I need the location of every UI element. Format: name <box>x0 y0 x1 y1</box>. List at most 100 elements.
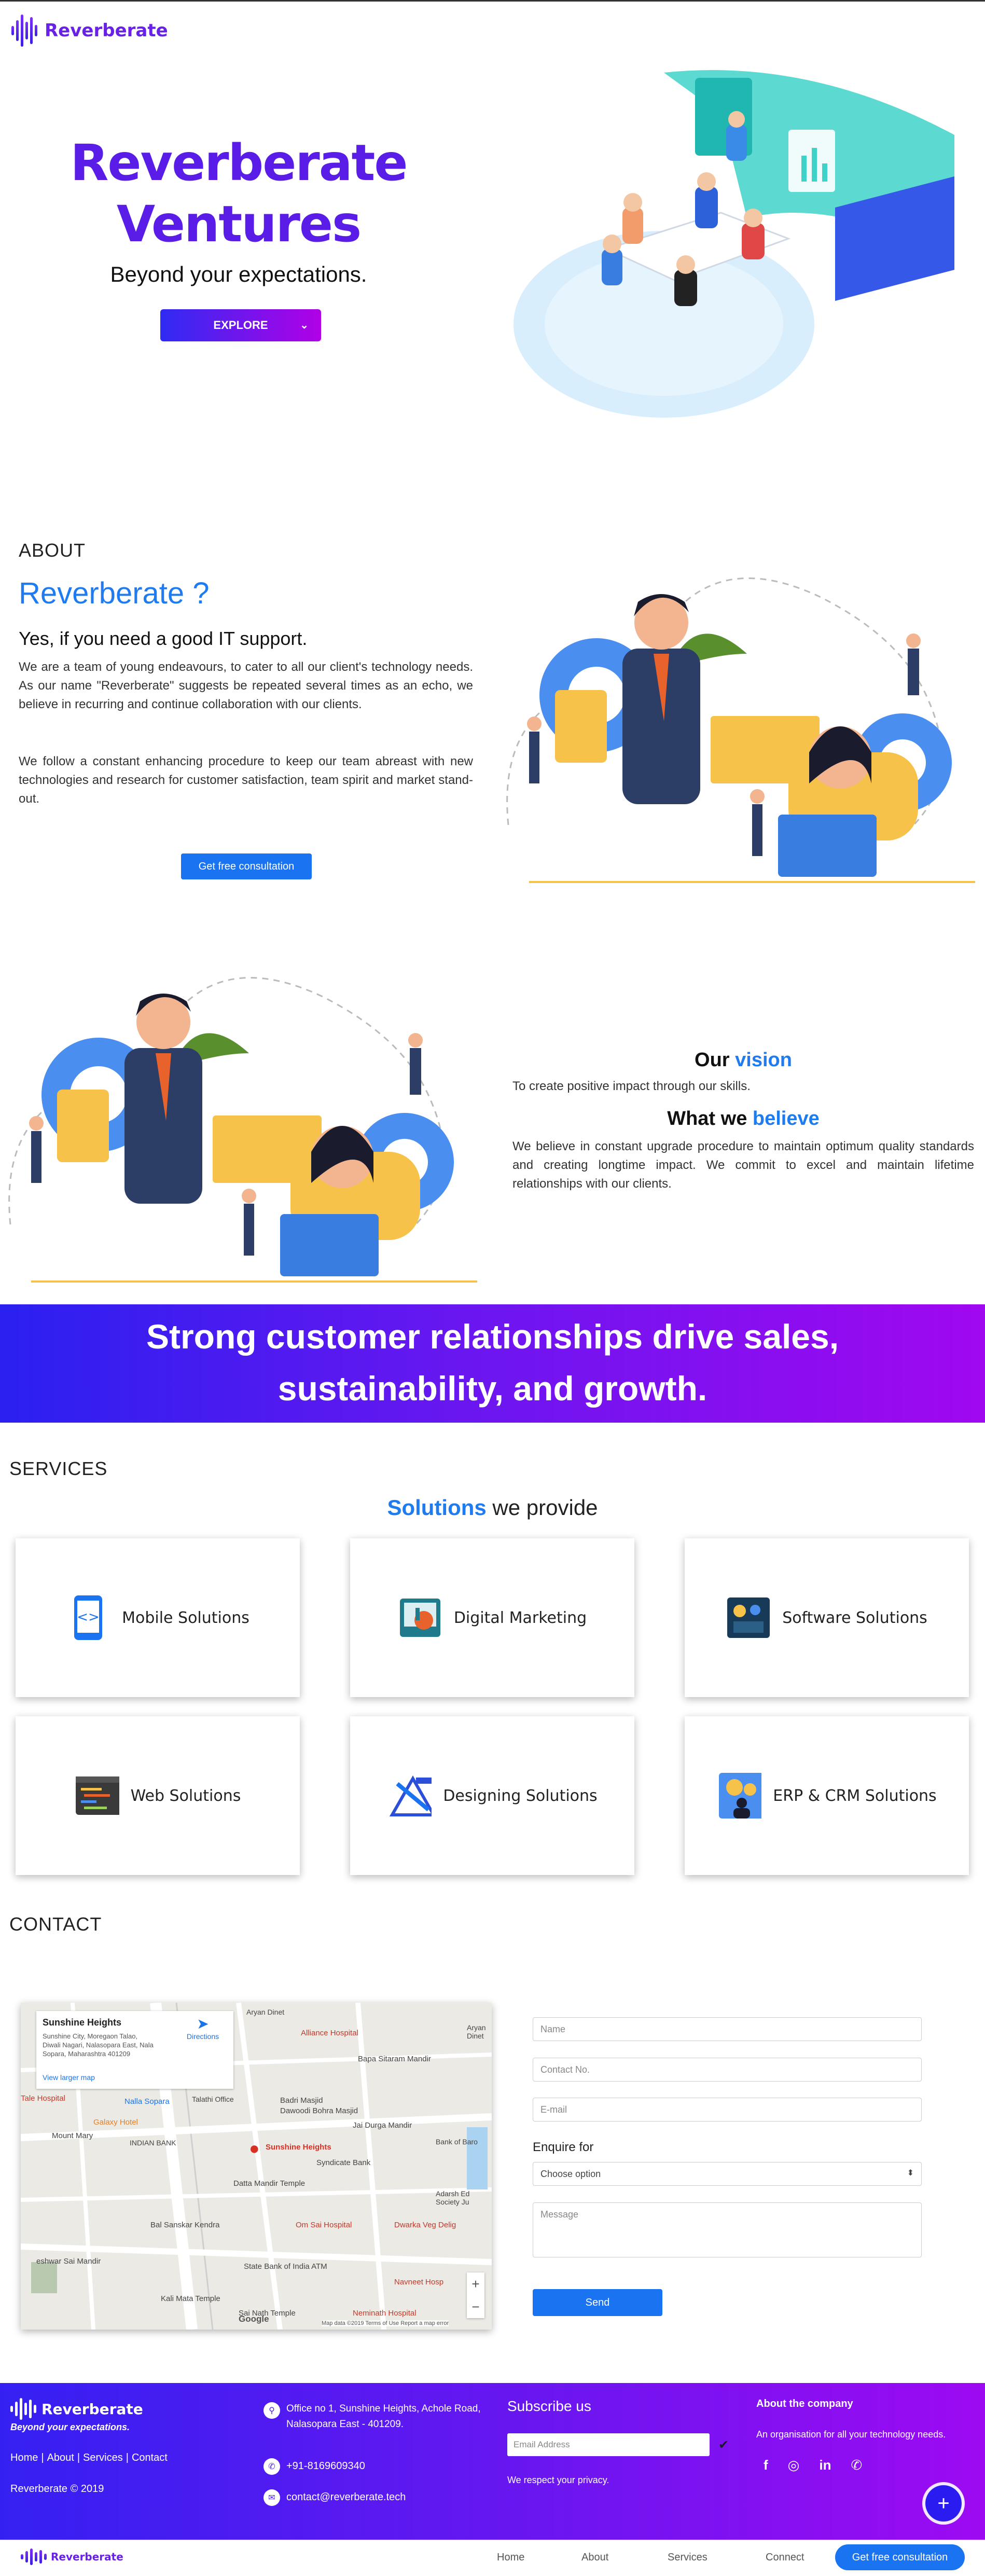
nav-consultation-button[interactable]: Get free consultation <box>835 2544 965 2570</box>
enquiry-select[interactable]: Choose option ⬍ <box>533 2162 922 2186</box>
name-input[interactable]: Name <box>533 2017 922 2041</box>
service-card-label: Designing Solutions <box>443 1786 598 1805</box>
map-label: Dawoodi Bohra Masjid <box>280 2106 358 2115</box>
map-label: Navneet Hosp <box>394 2278 444 2286</box>
mobile-code-icon: <> <box>66 1595 110 1640</box>
map-label: Aryan Dinet <box>467 2023 486 2040</box>
subscribe-email-input[interactable]: Email Address <box>507 2433 710 2456</box>
logo-waveform-icon <box>21 2549 47 2565</box>
footer-link-about[interactable]: About <box>47 2452 74 2464</box>
hero-subtitle: Beyond your expectations. <box>110 262 367 286</box>
view-larger-map-link[interactable]: View larger map <box>43 2073 95 2082</box>
services-heading: Solutions we provide <box>387 1495 598 1520</box>
footer-email[interactable]: contact@reverberate.tech <box>286 2491 406 2503</box>
instagram-icon[interactable]: ◎ <box>788 2457 800 2473</box>
logo-waveform-icon <box>10 2398 36 2420</box>
directions-icon: ➤ <box>197 2016 209 2032</box>
about-paragraph-1: We are a team of young endeavours, to ca… <box>19 660 473 711</box>
map-label: Dwarka Veg Delig <box>394 2221 456 2229</box>
explore-button[interactable]: EXPLORE ⌄ <box>160 309 321 341</box>
about-subheading: Yes, if you need a good IT support. <box>19 628 308 649</box>
map-label: Mount Mary <box>52 2131 93 2140</box>
footer-link-home[interactable]: Home <box>10 2452 38 2464</box>
map-label: Aryan Dinet <box>246 2008 285 2016</box>
slogan-banner: Strong customer relationships drive sale… <box>0 1304 985 1423</box>
linkedin-icon[interactable]: in <box>819 2457 831 2473</box>
zoom-in-button[interactable]: + <box>467 2272 484 2295</box>
map-label: Bapa Sitaram Mandir <box>358 2055 431 2063</box>
design-tools-icon <box>387 1773 432 1818</box>
footer-logo[interactable]: Reverberate <box>10 2398 143 2420</box>
service-card-designing[interactable]: Designing Solutions <box>350 1716 634 1875</box>
nav-link-about[interactable]: About <box>581 2552 608 2564</box>
about-paragraph-2: We follow a constant enhancing procedure… <box>19 754 473 806</box>
service-card-software[interactable]: Software Solutions <box>685 1538 969 1697</box>
zoom-out-button[interactable]: − <box>467 2295 484 2318</box>
map-label: Om Sai Hospital <box>296 2221 352 2229</box>
map-footer[interactable]: Map data ©2019 Terms of Use Report a map… <box>322 2320 449 2326</box>
vision-illustration <box>8 976 477 1283</box>
message-textarea[interactable]: Message <box>533 2202 922 2257</box>
footer-link-contact[interactable]: Contact <box>132 2452 168 2464</box>
map-label: Bank of Baro <box>436 2138 478 2146</box>
service-card-digital-marketing[interactable]: Digital Marketing <box>350 1538 634 1697</box>
map-marker-label: Sunshine Heights <box>266 2143 331 2152</box>
contact-number-input[interactable]: Contact No. <box>533 2058 922 2082</box>
digital-marketing-icon <box>398 1595 442 1640</box>
email-input[interactable]: E-mail <box>533 2098 922 2122</box>
send-button[interactable]: Send <box>533 2289 662 2316</box>
service-card-label: Digital Marketing <box>453 1608 587 1627</box>
about-illustration <box>506 577 975 883</box>
service-card-label: Software Solutions <box>782 1608 927 1627</box>
about-company-title: About the company <box>756 2398 853 2409</box>
nav-link-services[interactable]: Services <box>668 2552 707 2564</box>
google-logo: Google <box>239 2314 269 2324</box>
facebook-icon[interactable]: f <box>764 2457 768 2473</box>
footer-link-services[interactable]: Services <box>83 2452 123 2464</box>
contact-section-label: CONTACT <box>9 1913 102 1935</box>
footer-address: Office no 1, Sunshine Heights, Achole Ro… <box>286 2403 481 2430</box>
floating-add-button[interactable]: + <box>925 2485 962 2522</box>
map-embed[interactable]: Sunshine Heights Sunshine City, Moregaon… <box>21 2003 492 2330</box>
chevron-down-icon: ⌄ <box>300 320 309 331</box>
footer-phone[interactable]: +91-8169609340 <box>286 2460 365 2472</box>
subscribe-submit-icon[interactable]: ✔ <box>718 2437 729 2453</box>
about-consultation-button[interactable]: Get free consultation <box>181 853 312 879</box>
social-links: f ◎ in ✆ <box>764 2457 862 2473</box>
map-zoom-controls: + − <box>467 2272 484 2318</box>
email-icon: ✉ <box>263 2489 280 2506</box>
map-label: Nalla Sopara <box>124 2097 170 2106</box>
vision-text: To create positive impact through our sk… <box>512 1079 751 1093</box>
map-marker-icon[interactable]: ● <box>249 2139 260 2159</box>
web-code-icon <box>75 1773 119 1818</box>
map-label: Jai Durga Mandir <box>353 2121 412 2130</box>
header-logo[interactable]: Reverberate <box>11 15 168 47</box>
about-company-text: An organisation for all your technology … <box>756 2429 946 2440</box>
footer-logo-text: Reverberate <box>41 2400 143 2418</box>
service-card-mobile[interactable]: <> Mobile Solutions <box>16 1538 300 1697</box>
map-label: Adarsh Ed Society Ju <box>436 2189 470 2206</box>
believe-text: We believe in constant upgrade procedure… <box>512 1139 974 1191</box>
map-label: eshwar Sai Mandir <box>36 2257 101 2266</box>
footer-copyright: Reverberate © 2019 <box>10 2483 104 2495</box>
map-label: Bal Sanskar Kendra <box>150 2221 220 2229</box>
service-card-web[interactable]: Web Solutions <box>16 1716 300 1875</box>
nav-link-connect[interactable]: Connect <box>766 2552 804 2564</box>
service-card-label: Web Solutions <box>130 1786 241 1805</box>
service-card-erp-crm[interactable]: ERP & CRM Solutions <box>685 1716 969 1875</box>
map-label: Neminath Hospital <box>353 2309 417 2318</box>
svg-text:<>: <> <box>77 1609 100 1625</box>
nav-link-home[interactable]: Home <box>497 2552 524 2564</box>
bottom-nav-logo[interactable]: Reverberate <box>21 2549 123 2565</box>
map-address: Sunshine City, Moregaon Talao, Diwali Na… <box>43 2032 154 2058</box>
about-heading: Reverberate ? <box>19 576 210 610</box>
hero-title: Reverberate Ventures <box>70 134 408 253</box>
map-label: Badri Masjid <box>280 2096 323 2105</box>
banner-line-1: Strong customer relationships drive sale… <box>146 1317 839 1356</box>
map-label: INDIAN BANK <box>130 2139 176 2147</box>
map-label: Tale Hospital <box>21 2094 65 2103</box>
subscribe-title: Subscribe us <box>507 2398 591 2414</box>
directions-button[interactable]: ➤ Directions <box>179 2015 226 2041</box>
whatsapp-icon[interactable]: ✆ <box>851 2457 862 2473</box>
map-label: Talathi Office <box>192 2095 234 2103</box>
